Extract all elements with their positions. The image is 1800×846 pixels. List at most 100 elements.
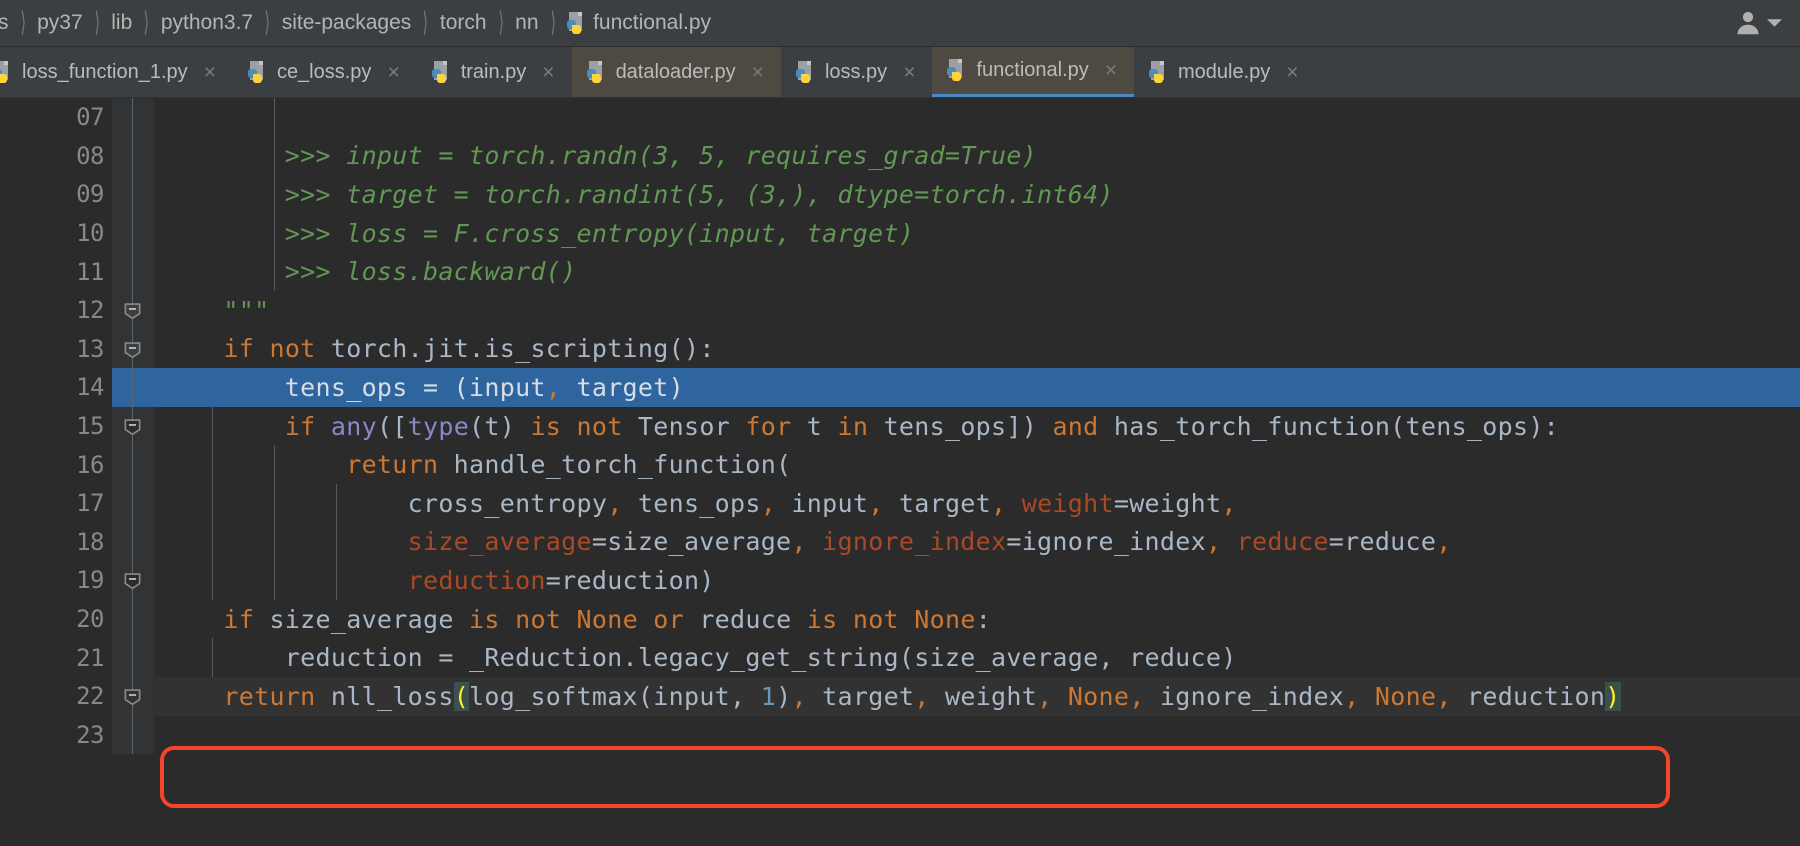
close-icon[interactable]: ×: [752, 62, 764, 83]
code-line[interactable]: 18 size_average =size_average, ignore_ind…: [0, 522, 1800, 562]
fold-gutter[interactable]: [112, 252, 154, 291]
code-line[interactable]: 16 return handle_torch_function(: [0, 445, 1800, 484]
breadcrumb-item-functional-py[interactable]: functional.py: [565, 11, 713, 35]
fold-gutter[interactable]: [112, 290, 154, 330]
line-number[interactable]: 07: [0, 98, 112, 137]
code-line[interactable]: 13 if not torch.jit.is_scripting():: [0, 329, 1800, 369]
code-content[interactable]: reduction =reduction): [154, 561, 1800, 600]
tab-ce-loss-py[interactable]: ce_loss.py ×: [233, 47, 417, 97]
code-content[interactable]: >>> loss.backward(): [154, 252, 1800, 291]
python-file-icon: [947, 59, 966, 82]
code-content[interactable]: >>> target = torch.randint(5, (3,), dtyp…: [154, 175, 1800, 214]
tab-functional-py[interactable]: functional.py ×: [932, 47, 1135, 97]
code-line[interactable]: 21 reduction = _Reduction.legacy_get_str…: [0, 638, 1800, 677]
code-line-caret[interactable]: 22 return nll_loss(log_softmax(input, 1)…: [0, 676, 1800, 716]
tab-train-py[interactable]: train.py ×: [417, 47, 572, 97]
line-number[interactable]: 23: [0, 715, 112, 755]
line-number[interactable]: 22: [0, 676, 112, 716]
line-number[interactable]: 20: [0, 599, 112, 639]
close-icon[interactable]: ×: [903, 62, 915, 83]
fold-gutter[interactable]: [112, 136, 154, 176]
fold-gutter[interactable]: [112, 715, 154, 755]
code-editor[interactable]: 07 08 >>> input = torch.randn(3, 5, requ…: [0, 98, 1800, 846]
code-content[interactable]: cross_entropy, tens_ops, input, target, …: [154, 483, 1800, 523]
code-content[interactable]: tens_ops = (input, target): [154, 368, 1800, 407]
fold-gutter[interactable]: [112, 175, 154, 214]
code-line[interactable]: 19 reduction =reduction): [0, 561, 1800, 600]
fold-gutter[interactable]: [112, 98, 154, 137]
code-line[interactable]: 09 >>> target = torch.randint(5, (3,), d…: [0, 175, 1800, 214]
code-content[interactable]: return handle_torch_function(: [154, 445, 1800, 484]
line-number[interactable]: 11: [0, 252, 112, 291]
fold-gutter[interactable]: [112, 676, 154, 716]
fold-gutter[interactable]: [112, 561, 154, 600]
code-content[interactable]: >>> input = torch.randn(3, 5, requires_g…: [154, 136, 1800, 176]
code-line[interactable]: 23: [0, 715, 1800, 755]
code-content[interactable]: return nll_loss(log_softmax(input, 1), t…: [154, 677, 1800, 716]
line-number[interactable]: 17: [0, 483, 112, 523]
fold-gutter[interactable]: [112, 445, 154, 484]
line-number[interactable]: 21: [0, 638, 112, 677]
breadcrumb-item-torch[interactable]: torch: [438, 11, 489, 35]
fold-start-marker-icon[interactable]: [123, 417, 142, 436]
close-icon[interactable]: ×: [542, 62, 554, 83]
tab-module-py[interactable]: module.py ×: [1134, 47, 1316, 97]
code-content[interactable]: reduction = _Reduction.legacy_get_string…: [154, 638, 1800, 677]
fold-gutter[interactable]: [112, 213, 154, 253]
code-line[interactable]: 17 cross_entropy, tens_ops, input, targe…: [0, 483, 1800, 523]
close-icon[interactable]: ×: [1105, 60, 1117, 81]
tab-loss-function-1-py[interactable]: loss_function_1.py ×: [0, 47, 233, 97]
fold-gutter[interactable]: [112, 599, 154, 639]
code-content[interactable]: if not torch.jit.is_scripting():: [154, 330, 1800, 369]
fold-gutter[interactable]: [112, 638, 154, 677]
line-number[interactable]: 14: [0, 368, 112, 407]
code-line[interactable]: 20 if size_average is not None or reduce…: [0, 599, 1800, 639]
code-line[interactable]: 08 >>> input = torch.randn(3, 5, require…: [0, 136, 1800, 176]
breadcrumb-separator-icon: ⟩: [94, 7, 100, 39]
fold-start-marker-icon[interactable]: [123, 339, 142, 359]
line-number[interactable]: 15: [0, 406, 112, 446]
code-content[interactable]: """: [154, 291, 1800, 330]
tab-dataloader-py[interactable]: dataloader.py ×: [571, 47, 781, 97]
fold-gutter[interactable]: [112, 329, 154, 369]
fold-gutter[interactable]: [112, 483, 154, 523]
code-line[interactable]: 12 """: [0, 290, 1800, 330]
code-content[interactable]: [154, 716, 1800, 755]
fold-end-marker-icon[interactable]: [123, 687, 142, 706]
line-number[interactable]: 19: [0, 561, 112, 600]
account-menu[interactable]: [1733, 8, 1782, 38]
code-line[interactable]: 11 >>> loss.backward(): [0, 252, 1800, 291]
close-icon[interactable]: ×: [387, 62, 399, 83]
line-number[interactable]: 12: [0, 290, 112, 330]
code-content[interactable]: if size_average is not None or reduce is…: [154, 600, 1800, 639]
close-icon[interactable]: ×: [204, 62, 216, 83]
fold-gutter[interactable]: [112, 406, 154, 446]
line-number[interactable]: 10: [0, 213, 112, 253]
breadcrumb-item-python37[interactable]: python3.7: [159, 11, 255, 35]
breadcrumb-item-lib[interactable]: lib: [109, 11, 134, 35]
fold-end-marker-icon[interactable]: [123, 571, 142, 590]
line-number[interactable]: 09: [0, 175, 112, 214]
code-line[interactable]: 07: [0, 98, 1800, 137]
editor-tab-bar: loss_function_1.py × ce_loss.py × train.…: [0, 47, 1800, 98]
code-content[interactable]: [154, 98, 1800, 137]
close-icon[interactable]: ×: [1286, 62, 1298, 83]
code-content[interactable]: if any([type (t) is not Tensor for t in t…: [154, 406, 1800, 446]
line-number[interactable]: 08: [0, 136, 112, 176]
code-line[interactable]: 10 >>> loss = F.cross_entropy(input, tar…: [0, 213, 1800, 253]
code-line[interactable]: 15 if any([type (t) is not Tensor for t i…: [0, 406, 1800, 446]
breadcrumb-item-py37[interactable]: py37: [35, 11, 85, 35]
fold-end-marker-icon[interactable]: [123, 301, 142, 320]
line-number[interactable]: 16: [0, 445, 112, 484]
tab-loss-py[interactable]: loss.py ×: [781, 47, 933, 97]
breadcrumb-item-nn[interactable]: nn: [513, 11, 540, 35]
code-content[interactable]: >>> loss = F.cross_entropy(input, target…: [154, 213, 1800, 253]
line-number[interactable]: 13: [0, 329, 112, 369]
fold-gutter[interactable]: [112, 522, 154, 562]
breadcrumb-item-site-packages[interactable]: site-packages: [280, 11, 414, 35]
python-file-icon: [586, 60, 606, 84]
code-content[interactable]: size_average =size_average, ignore_index =…: [154, 522, 1800, 562]
fold-gutter[interactable]: [112, 368, 154, 407]
code-line-selected[interactable]: 14 tens_ops = (input, target): [0, 368, 1800, 407]
line-number[interactable]: 18: [0, 522, 112, 562]
